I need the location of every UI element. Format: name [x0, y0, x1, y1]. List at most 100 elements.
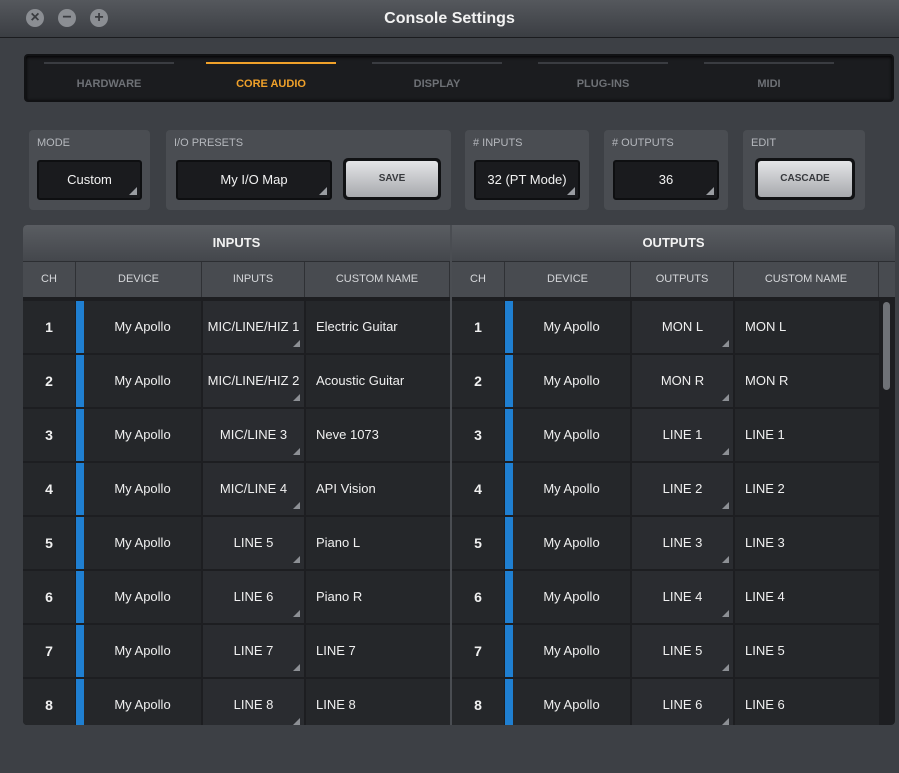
input-custom-name[interactable]: Acoustic Guitar	[306, 355, 450, 407]
input-channel-number: 2	[23, 355, 75, 407]
tab-hardware[interactable]: HARDWARE	[44, 56, 174, 100]
input-custom-name[interactable]: LINE 8	[306, 679, 450, 725]
tab-plug-ins[interactable]: PLUG-INS	[538, 56, 668, 100]
output-destination-select[interactable]: MON R	[632, 355, 733, 407]
col-header-inputs[interactable]: INPUTS	[202, 262, 305, 297]
input-custom-name[interactable]: LINE 7	[306, 625, 450, 677]
outputs-section-title: OUTPUTS	[642, 235, 705, 250]
table-row[interactable]: 7 My Apollo LINE 7 LINE 7 7 My Apollo LINE 5 LI…	[23, 625, 895, 677]
dropdown-corner-icon	[706, 187, 714, 195]
dropdown-corner-icon	[722, 502, 729, 509]
input-device[interactable]: My Apollo	[84, 463, 201, 515]
table-row[interactable]: 4 My Apollo MIC/LINE 4 API Vision 4 My Apollo…	[23, 463, 895, 515]
input-device[interactable]: My Apollo	[84, 517, 201, 569]
output-device[interactable]: My Apollo	[513, 679, 630, 725]
output-device[interactable]: My Apollo	[513, 625, 630, 677]
table-row[interactable]: 1 My Apollo MIC/LINE/HIZ 1 Electric Guitar 1…	[23, 301, 895, 353]
dropdown-corner-icon	[293, 340, 300, 347]
output-custom-name[interactable]: LINE 4	[735, 571, 879, 623]
section-divider	[450, 225, 452, 725]
edit-label: EDIT	[751, 137, 777, 149]
output-destination-select[interactable]: LINE 5	[632, 625, 733, 677]
input-source-select[interactable]: LINE 8	[203, 679, 304, 725]
output-channel-number: 3	[452, 409, 504, 461]
outputs-count-group: # OUTPUTS 36	[604, 130, 728, 210]
col-header-device[interactable]: DEVICE	[505, 262, 631, 297]
input-device[interactable]: My Apollo	[84, 571, 201, 623]
output-destination-select[interactable]: LINE 3	[632, 517, 733, 569]
input-device[interactable]: My Apollo	[84, 625, 201, 677]
output-device[interactable]: My Apollo	[513, 409, 630, 461]
output-device[interactable]: My Apollo	[513, 571, 630, 623]
output-custom-name[interactable]: MON R	[735, 355, 879, 407]
output-device[interactable]: My Apollo	[513, 463, 630, 515]
table-row[interactable]: 3 My Apollo MIC/LINE 3 Neve 1073 3 My Apollo L…	[23, 409, 895, 461]
input-device[interactable]: My Apollo	[84, 409, 201, 461]
window-title: Console Settings	[384, 10, 515, 27]
tab-display[interactable]: DISPLAY	[372, 56, 502, 100]
col-header-ch[interactable]: CH	[23, 262, 76, 297]
mode-dropdown[interactable]: Custom	[37, 160, 142, 200]
dropdown-corner-icon	[293, 718, 300, 725]
io-presets-dropdown[interactable]: My I/O Map	[176, 160, 332, 200]
output-destination-select[interactable]: LINE 4	[632, 571, 733, 623]
save-button[interactable]: SAVE	[343, 158, 441, 200]
input-channel-number: 8	[23, 679, 75, 725]
output-custom-name[interactable]: LINE 6	[735, 679, 879, 725]
input-custom-name[interactable]: Neve 1073	[306, 409, 450, 461]
col-header-custom-name[interactable]: CUSTOM NAME	[305, 262, 450, 297]
input-custom-name[interactable]: API Vision	[306, 463, 450, 515]
table-row[interactable]: 2 My Apollo MIC/LINE/HIZ 2 Acoustic Guitar 2…	[23, 355, 895, 407]
output-custom-name[interactable]: LINE 3	[735, 517, 879, 569]
output-device[interactable]: My Apollo	[513, 355, 630, 407]
output-device[interactable]: My Apollo	[513, 301, 630, 353]
input-source-select[interactable]: MIC/LINE 3	[203, 409, 304, 461]
dropdown-corner-icon	[293, 664, 300, 671]
input-source-select[interactable]: LINE 6	[203, 571, 304, 623]
cascade-button[interactable]: CASCADE	[755, 158, 855, 200]
output-custom-name[interactable]: LINE 1	[735, 409, 879, 461]
output-device[interactable]: My Apollo	[513, 517, 630, 569]
col-header-device[interactable]: DEVICE	[76, 262, 202, 297]
output-destination-select[interactable]: MON L	[632, 301, 733, 353]
col-header-outputs[interactable]: OUTPUTS	[631, 262, 734, 297]
output-destination-select[interactable]: LINE 6	[632, 679, 733, 725]
output-custom-name[interactable]: MON L	[735, 301, 879, 353]
outputs-count-dropdown[interactable]: 36	[613, 160, 719, 200]
device-color-bar	[505, 571, 513, 623]
table-row[interactable]: 5 My Apollo LINE 5 Piano L 5 My Apollo LINE 3L…	[23, 517, 895, 569]
input-channel-number: 7	[23, 625, 75, 677]
input-source-select[interactable]: MIC/LINE/HIZ 2	[203, 355, 304, 407]
tab-core-audio[interactable]: CORE AUDIO	[206, 56, 336, 100]
table-row[interactable]: 8 My Apollo LINE 8 LINE 8 8 My Apollo LINE 6 LI…	[23, 679, 895, 725]
dropdown-corner-icon	[129, 187, 137, 195]
input-custom-name[interactable]: Piano R	[306, 571, 450, 623]
input-source-select[interactable]: MIC/LINE/HIZ 1	[203, 301, 304, 353]
table-column-header: CH DEVICE INPUTS CUSTOM NAME CH DEVICE O…	[23, 261, 895, 297]
output-custom-name[interactable]: LINE 5	[735, 625, 879, 677]
col-header-ch[interactable]: CH	[452, 262, 505, 297]
device-color-bar	[76, 409, 84, 461]
input-device[interactable]: My Apollo	[84, 301, 201, 353]
input-custom-name[interactable]: Electric Guitar	[306, 301, 450, 353]
scrollbar-thumb[interactable]	[883, 302, 890, 390]
tab-midi[interactable]: MIDI	[704, 56, 834, 100]
output-channel-number: 8	[452, 679, 504, 725]
inputs-count-dropdown[interactable]: 32 (PT Mode)	[474, 160, 580, 200]
output-destination-select[interactable]: LINE 2	[632, 463, 733, 515]
output-custom-name[interactable]: LINE 2	[735, 463, 879, 515]
dropdown-corner-icon	[722, 664, 729, 671]
input-source-select[interactable]: LINE 5	[203, 517, 304, 569]
title-bar: × − + Console Settings	[0, 0, 899, 38]
table-row[interactable]: 6 My Apollo LINE 6 Piano R 6 My Apollo LINE 4L…	[23, 571, 895, 623]
input-source-select[interactable]: LINE 7	[203, 625, 304, 677]
input-device[interactable]: My Apollo	[84, 355, 201, 407]
col-header-custom-name[interactable]: CUSTOM NAME	[734, 262, 879, 297]
device-color-bar	[505, 355, 513, 407]
device-color-bar	[76, 463, 84, 515]
device-color-bar	[76, 679, 84, 725]
output-destination-select[interactable]: LINE 1	[632, 409, 733, 461]
input-custom-name[interactable]: Piano L	[306, 517, 450, 569]
input-device[interactable]: My Apollo	[84, 679, 201, 725]
input-source-select[interactable]: MIC/LINE 4	[203, 463, 304, 515]
